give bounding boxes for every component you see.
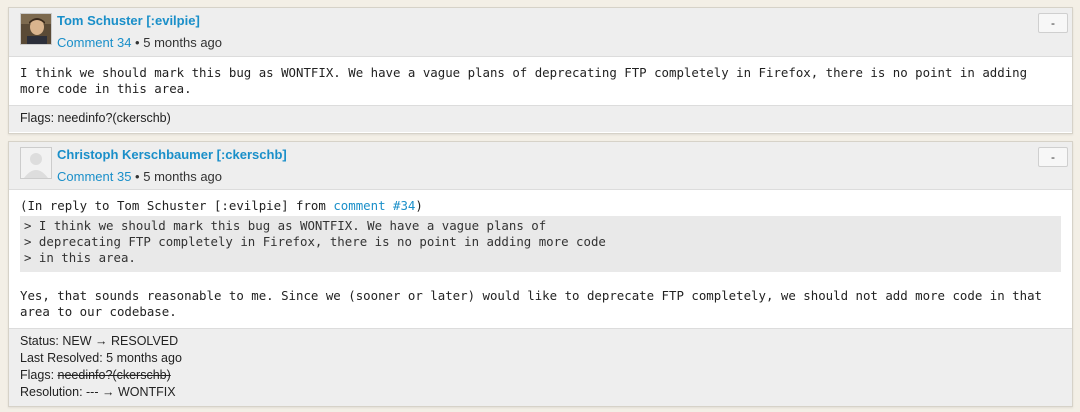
- collapse-button[interactable]: -: [1038, 13, 1068, 33]
- user-photo-icon: [21, 14, 51, 44]
- quote-line: > I think we should mark this bug as WON…: [24, 218, 547, 233]
- resolution-change: Resolution: --- → WONTFIX: [20, 385, 176, 399]
- meta-separator: •: [135, 169, 140, 184]
- collapse-button[interactable]: -: [1038, 147, 1068, 167]
- comment-meta: Comment 35 • 5 months ago: [57, 169, 222, 184]
- comment-time: 5 months ago: [143, 35, 223, 50]
- flags-value: needinfo?(ckerschb): [57, 368, 171, 382]
- comment-header: Tom Schuster [:evilpie] Comment 34 • 5 m…: [9, 8, 1072, 57]
- comment-body: I think we should mark this bug as WONTF…: [20, 65, 1035, 96]
- comment-time: 5 months ago: [143, 169, 223, 184]
- comment-meta: Comment 34 • 5 months ago: [57, 35, 222, 50]
- comment-header: Christoph Kerschbaumer [:ckerschb] Comme…: [9, 142, 1072, 190]
- avatar[interactable]: [20, 13, 52, 45]
- reply-suffix: ): [415, 198, 423, 213]
- status-change: Status: NEW → RESOLVED: [20, 334, 179, 348]
- avatar[interactable]: [20, 147, 52, 179]
- quote-line: > deprecating FTP completely in Firefox,…: [24, 234, 606, 249]
- meta-separator: •: [135, 35, 140, 50]
- last-resolved: Last Resolved: 5 months ago: [20, 351, 182, 365]
- comment-number-link[interactable]: Comment 34: [57, 35, 131, 50]
- comment-34: Tom Schuster [:evilpie] Comment 34 • 5 m…: [8, 7, 1073, 134]
- quote-line: > in this area.: [24, 250, 136, 265]
- reply-comment-link[interactable]: comment #34: [333, 198, 415, 213]
- comment-35: Christoph Kerschbaumer [:ckerschb] Comme…: [8, 141, 1073, 407]
- default-avatar-icon: [21, 148, 51, 178]
- author-name[interactable]: Tom Schuster [:evilpie]: [57, 13, 200, 28]
- author-name[interactable]: Christoph Kerschbaumer [:ckerschb]: [57, 147, 287, 162]
- reply-text: Yes, that sounds reasonable to me. Since…: [20, 288, 1050, 319]
- comment-number-link[interactable]: Comment 35: [57, 169, 131, 184]
- comment-body: (In reply to Tom Schuster [:evilpie] fro…: [9, 190, 1072, 328]
- flags-label: Flags:: [20, 368, 58, 382]
- comment-footer: Flags: needinfo?(ckerschb): [9, 105, 1072, 132]
- flags-change: Flags: needinfo?(ckerschb): [20, 367, 1061, 384]
- reply-prefix: (In reply to Tom Schuster [:evilpie] fro…: [20, 198, 334, 213]
- comment-footer: Status: NEW → RESOLVED Last Resolved: 5 …: [9, 328, 1072, 406]
- quote-block: > I think we should mark this bug as WON…: [20, 216, 1061, 272]
